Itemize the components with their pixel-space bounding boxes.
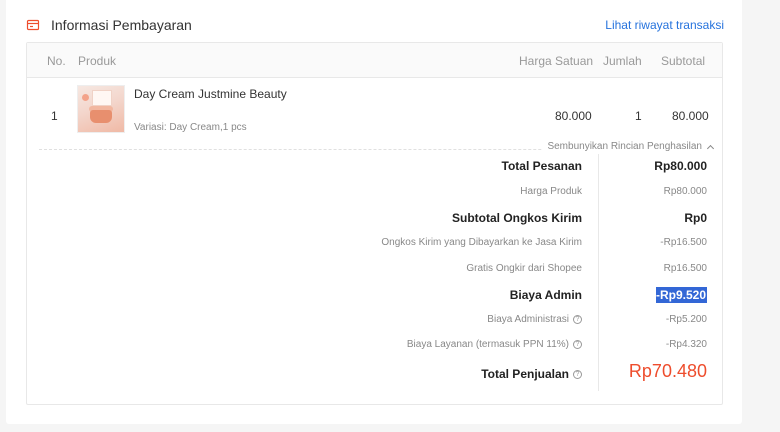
help-icon[interactable]: ? bbox=[573, 315, 582, 324]
summary-label: Total Penjualan bbox=[481, 367, 569, 381]
receipt-icon bbox=[26, 19, 40, 31]
help-icon[interactable]: ? bbox=[573, 369, 582, 379]
thumbnail-decoration bbox=[82, 94, 89, 101]
hide-details-toggle[interactable]: Sembunyikan Rincian Penghasilan bbox=[543, 141, 715, 153]
summary-value: Rp0 bbox=[684, 211, 707, 225]
summary-row-subtotal-ongkir: Subtotal Ongkos Kirim Rp0 bbox=[27, 208, 722, 228]
summary-value: -Rp5.200 bbox=[665, 314, 707, 325]
row-subtotal: 80.000 bbox=[672, 109, 709, 123]
thumbnail-jar bbox=[90, 110, 112, 123]
column-header-no: No. bbox=[47, 54, 66, 68]
page-title: Informasi Pembayaran bbox=[51, 17, 192, 33]
help-icon[interactable]: ? bbox=[573, 340, 582, 349]
summary-row-biaya-layanan: Biaya Layanan (termasuk PPN 11%) ? -Rp4.… bbox=[27, 336, 722, 356]
column-header-unit-price: Harga Satuan bbox=[519, 54, 594, 68]
quantity: 1 bbox=[635, 109, 642, 123]
summary-row-total-penjualan: Total Penjualan ? Rp70.480 bbox=[27, 361, 722, 387]
summary-value: -Rp9.520 bbox=[655, 287, 707, 303]
unit-price: 80.000 bbox=[555, 109, 592, 123]
summary-row-ongkir-dibayar: Ongkos Kirim yang Dibayarkan ke Jasa Kir… bbox=[27, 234, 722, 254]
column-header-product: Produk bbox=[78, 54, 117, 68]
table-row: 1 Day Cream Justmine Beauty Variasi: Day… bbox=[27, 79, 722, 144]
product-thumbnail[interactable] bbox=[77, 85, 125, 133]
row-number: 1 bbox=[51, 109, 58, 123]
product-variant: Variasi: Day Cream,1 pcs bbox=[134, 122, 247, 133]
product-name[interactable]: Day Cream Justmine Beauty bbox=[134, 87, 287, 101]
summary-label-wrap: Biaya Administrasi ? bbox=[487, 314, 582, 325]
summary-label-wrap: Total Penjualan ? bbox=[481, 367, 582, 381]
summary-label-wrap: Biaya Layanan (termasuk PPN 11%) ? bbox=[407, 339, 582, 350]
thumbnail-box bbox=[92, 90, 112, 106]
chevron-up-icon bbox=[706, 144, 715, 153]
summary-label: Total Pesanan bbox=[501, 159, 582, 173]
summary-label: Ongkos Kirim yang Dibayarkan ke Jasa Kir… bbox=[381, 237, 582, 248]
summary-row-gratis-ongkir: Gratis Ongkir dari Shopee Rp16.500 bbox=[27, 260, 722, 280]
summary-label: Gratis Ongkir dari Shopee bbox=[466, 263, 582, 274]
summary-value: -Rp16.500 bbox=[660, 237, 707, 248]
summary-row-biaya-administrasi: Biaya Administrasi ? -Rp5.200 bbox=[27, 311, 722, 331]
payment-info-card: Informasi Pembayaran Lihat riwayat trans… bbox=[6, 0, 742, 424]
summary-label: Biaya Admin bbox=[509, 288, 582, 302]
column-header-subtotal: Subtotal bbox=[661, 54, 706, 68]
selected-text[interactable]: -Rp9.520 bbox=[655, 287, 707, 303]
summary-value: -Rp4.320 bbox=[665, 339, 707, 350]
summary-value: Rp80.000 bbox=[663, 186, 707, 197]
summary-value: Rp80.000 bbox=[654, 159, 707, 173]
order-table: No. Produk Harga Satuan Jumlah Subtotal … bbox=[26, 42, 723, 405]
card-header: Informasi Pembayaran Lihat riwayat trans… bbox=[24, 14, 724, 36]
toggle-label: Sembunyikan Rincian Penghasilan bbox=[547, 141, 702, 152]
summary-label: Subtotal Ongkos Kirim bbox=[451, 211, 582, 225]
table-header: No. Produk Harga Satuan Jumlah Subtotal bbox=[27, 43, 722, 78]
summary-row-total-pesanan: Total Pesanan Rp80.000 bbox=[27, 156, 722, 176]
column-header-qty: Jumlah bbox=[603, 54, 642, 68]
summary-value: Rp16.500 bbox=[663, 263, 707, 274]
summary-row-biaya-admin: Biaya Admin -Rp9.520 bbox=[27, 285, 722, 305]
summary-label: Biaya Administrasi bbox=[487, 314, 569, 325]
summary-label: Harga Produk bbox=[520, 186, 582, 197]
summary-row-harga-produk: Harga Produk Rp80.000 bbox=[27, 183, 722, 203]
summary-label: Biaya Layanan (termasuk PPN 11%) bbox=[406, 339, 569, 350]
transaction-history-link[interactable]: Lihat riwayat transaksi bbox=[605, 18, 724, 32]
total-penjualan-value: Rp70.480 bbox=[628, 361, 707, 381]
